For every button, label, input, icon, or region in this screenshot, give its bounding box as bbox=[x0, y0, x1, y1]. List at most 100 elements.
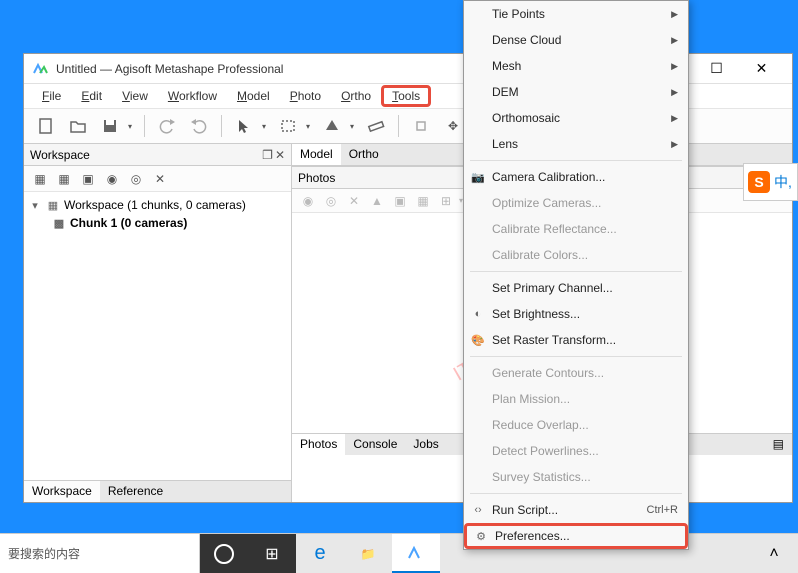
menu-file[interactable]: File bbox=[32, 86, 71, 106]
menu-set-primary-channel[interactable]: Set Primary Channel... bbox=[464, 275, 688, 301]
menu-preferences[interactable]: ⚙Preferences... bbox=[464, 523, 688, 549]
menu-reduce-overlap[interactable]: Reduce Overlap... bbox=[464, 412, 688, 438]
menu-orthomosaic[interactable]: Orthomosaic▶ bbox=[464, 105, 688, 131]
menu-photo[interactable]: Photo bbox=[280, 86, 331, 106]
tree-root[interactable]: ▾ ▦ Workspace (1 chunks, 0 cameras) bbox=[28, 196, 287, 214]
tree-chunk-label: Chunk 1 (0 cameras) bbox=[70, 216, 187, 230]
ruler-icon[interactable] bbox=[362, 112, 390, 140]
tab-model[interactable]: Model bbox=[292, 144, 341, 165]
ime-mode-label: 中, bbox=[774, 172, 792, 192]
panel-close-icon[interactable]: ✕ bbox=[275, 148, 285, 162]
menu-view[interactable]: View bbox=[112, 86, 158, 106]
tab-ortho[interactable]: Ortho bbox=[341, 144, 387, 165]
submenu-arrow-icon: ▶ bbox=[671, 9, 678, 20]
menu-set-raster-transform[interactable]: 🎨Set Raster Transform... bbox=[464, 327, 688, 353]
ws-camera-icon[interactable]: ▣ bbox=[78, 169, 98, 189]
ph-btn1-icon[interactable]: ◉ bbox=[298, 191, 318, 211]
ws-add-icon[interactable]: ▦ bbox=[30, 169, 50, 189]
tab-jobs[interactable]: Jobs bbox=[405, 434, 446, 455]
tab-workspace[interactable]: Workspace bbox=[24, 481, 100, 502]
rotate-object-icon[interactable] bbox=[407, 112, 435, 140]
edge-button[interactable]: e bbox=[296, 534, 344, 573]
tab-photos[interactable]: Photos bbox=[292, 434, 345, 455]
menu-mesh[interactable]: Mesh▶ bbox=[464, 53, 688, 79]
pointer-icon[interactable] bbox=[230, 112, 258, 140]
marquee-dropdown-icon[interactable]: ▾ bbox=[306, 122, 314, 131]
explorer-button[interactable]: 📁 bbox=[344, 534, 392, 573]
menu-edit[interactable]: Edit bbox=[71, 86, 112, 106]
cortana-icon bbox=[214, 544, 234, 564]
tools-dropdown: Tie Points▶ Dense Cloud▶ Mesh▶ DEM▶ Orth… bbox=[463, 0, 689, 550]
menu-tools[interactable]: Tools bbox=[381, 85, 431, 107]
brightness-icon: ◐ bbox=[470, 306, 486, 322]
panel-float-icon[interactable]: ❐ bbox=[262, 148, 273, 162]
ph-btn5-icon[interactable]: ▣ bbox=[390, 191, 410, 211]
menu-detect-powerlines[interactable]: Detect Powerlines... bbox=[464, 438, 688, 464]
ph-btn4-icon[interactable]: ▲ bbox=[367, 191, 387, 211]
menu-tie-points[interactable]: Tie Points▶ bbox=[464, 1, 688, 27]
search-placeholder: 要搜索的内容 bbox=[8, 545, 80, 562]
ws-disable-icon[interactable]: ◎ bbox=[126, 169, 146, 189]
workspace-tree: ▾ ▦ Workspace (1 chunks, 0 cameras) ▩ Ch… bbox=[24, 192, 291, 480]
edge-icon: e bbox=[314, 542, 325, 565]
ph-btn2-icon[interactable]: ◎ bbox=[321, 191, 341, 211]
menu-camera-calibration[interactable]: 📷Camera Calibration... bbox=[464, 164, 688, 190]
ime-indicator[interactable]: S 中, bbox=[743, 163, 798, 201]
ws-add2-icon[interactable]: ▦ bbox=[54, 169, 74, 189]
gear-icon: ⚙ bbox=[473, 528, 489, 544]
tray-up-icon[interactable]: ˄ bbox=[750, 534, 798, 573]
menu-plan-mission[interactable]: Plan Mission... bbox=[464, 386, 688, 412]
workspace-tabs: Workspace Reference bbox=[24, 480, 291, 502]
shape-dropdown-icon[interactable]: ▾ bbox=[350, 122, 358, 131]
menu-lens[interactable]: Lens▶ bbox=[464, 131, 688, 157]
new-icon[interactable] bbox=[32, 112, 60, 140]
open-icon[interactable] bbox=[64, 112, 92, 140]
workspace-toolbar: ▦ ▦ ▣ ◉ ◎ ✕ bbox=[24, 166, 291, 192]
submenu-arrow-icon: ▶ bbox=[671, 113, 678, 124]
shortcut-label: Ctrl+R bbox=[647, 504, 678, 516]
menu-generate-contours[interactable]: Generate Contours... bbox=[464, 360, 688, 386]
pointer-dropdown-icon[interactable]: ▾ bbox=[262, 122, 270, 131]
workspace-title: Workspace bbox=[30, 148, 262, 162]
workspace-header: Workspace ❐ ✕ bbox=[24, 144, 291, 166]
workspace-icon: ▦ bbox=[46, 198, 60, 212]
submenu-arrow-icon: ▶ bbox=[671, 87, 678, 98]
cortana-button[interactable] bbox=[200, 534, 248, 573]
task-view-button[interactable]: ⊞ bbox=[248, 534, 296, 573]
expand-icon[interactable]: ▾ bbox=[28, 198, 42, 212]
menu-workflow[interactable]: Workflow bbox=[158, 86, 227, 106]
sogou-icon: S bbox=[748, 171, 770, 193]
menu-dem[interactable]: DEM▶ bbox=[464, 79, 688, 105]
redo-icon[interactable] bbox=[185, 112, 213, 140]
tab-console[interactable]: Console bbox=[345, 434, 405, 455]
ws-delete-icon[interactable]: ✕ bbox=[150, 169, 170, 189]
menu-dense-cloud[interactable]: Dense Cloud▶ bbox=[464, 27, 688, 53]
menu-set-brightness[interactable]: ◐Set Brightness... bbox=[464, 301, 688, 327]
maximize-button[interactable]: ☐ bbox=[694, 54, 739, 84]
taskbar-search[interactable]: 要搜索的内容 bbox=[0, 534, 200, 573]
tab-reference[interactable]: Reference bbox=[100, 481, 171, 502]
ph-btn3-icon[interactable]: ✕ bbox=[344, 191, 364, 211]
shape-icon[interactable] bbox=[318, 112, 346, 140]
palette-icon: 🎨 bbox=[470, 332, 486, 348]
ws-enable-icon[interactable]: ◉ bbox=[102, 169, 122, 189]
undo-icon[interactable] bbox=[153, 112, 181, 140]
marquee-icon[interactable] bbox=[274, 112, 302, 140]
menu-calibrate-colors[interactable]: Calibrate Colors... bbox=[464, 242, 688, 268]
tree-chunk[interactable]: ▩ Chunk 1 (0 cameras) bbox=[28, 214, 287, 232]
camera-icon: 📷 bbox=[470, 169, 486, 185]
save-dropdown-icon[interactable]: ▾ bbox=[128, 122, 136, 131]
menu-run-script[interactable]: ‹›Run Script...Ctrl+R bbox=[464, 497, 688, 523]
ph-btn7-icon[interactable]: ⊞ bbox=[436, 191, 456, 211]
menu-optimize-cameras[interactable]: Optimize Cameras... bbox=[464, 190, 688, 216]
menu-survey-statistics[interactable]: Survey Statistics... bbox=[464, 464, 688, 490]
metashape-task-button[interactable] bbox=[392, 534, 440, 573]
chunk-icon: ▩ bbox=[52, 216, 66, 230]
submenu-arrow-icon: ▶ bbox=[671, 139, 678, 150]
menu-calibrate-reflectance[interactable]: Calibrate Reflectance... bbox=[464, 216, 688, 242]
menu-ortho[interactable]: Ortho bbox=[331, 86, 381, 106]
close-button[interactable]: ✕ bbox=[739, 54, 784, 84]
save-icon[interactable] bbox=[96, 112, 124, 140]
menu-model[interactable]: Model bbox=[227, 86, 280, 106]
ph-btn6-icon[interactable]: ▦ bbox=[413, 191, 433, 211]
